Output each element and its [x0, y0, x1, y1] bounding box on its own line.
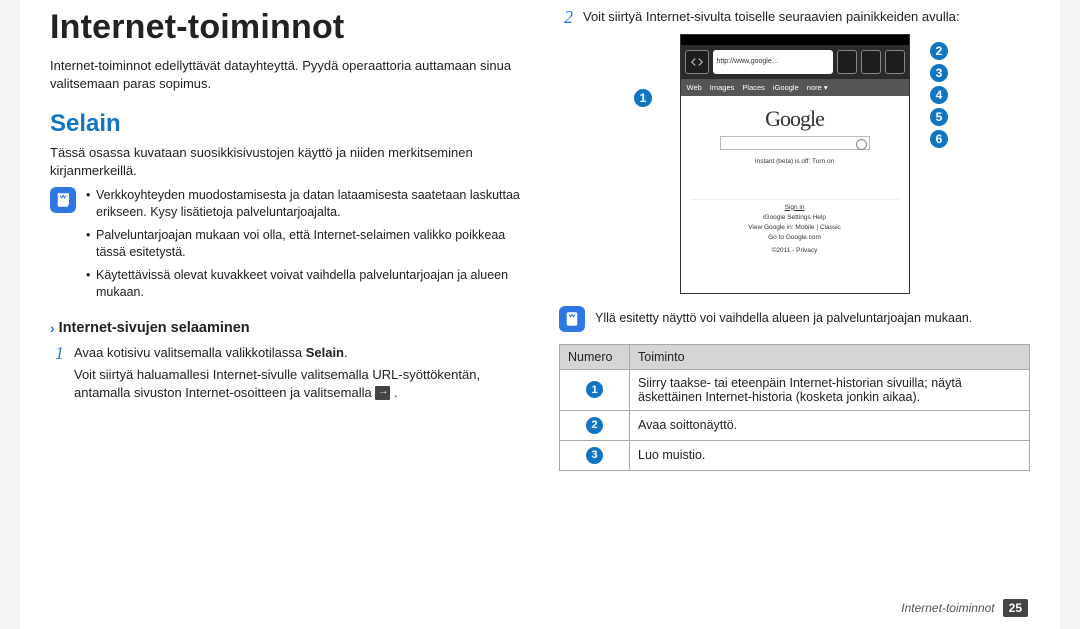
callout-6: 6	[930, 130, 948, 148]
left-column: Internet-toiminnot Internet-toiminnot ed…	[50, 8, 521, 471]
status-bar	[681, 35, 909, 45]
section-intro: Tässä osassa kuvataan suosikkisivustojen…	[50, 144, 521, 179]
row-number: 3	[560, 440, 630, 470]
note-item: Palveluntarjoajan mukaan voi olla, että …	[86, 227, 521, 261]
note-icon	[559, 306, 585, 332]
row-desc: Avaa soittonäyttö.	[630, 410, 1030, 440]
back-forward-button[interactable]	[685, 50, 709, 74]
callout-5: 5	[930, 108, 948, 126]
go-icon	[375, 386, 390, 400]
phone-illustration: 1 2 3 4 5 6 http://www.google…	[559, 34, 1030, 294]
toolbar-icon[interactable]	[837, 50, 857, 74]
callout-2: 2	[930, 42, 948, 60]
browser-tabs: Web Images Places iGoogle nore ▾	[681, 79, 909, 96]
function-table: Numero Toiminto 1 Siirry taakse- tai ete…	[559, 344, 1030, 471]
note-block-2: Yllä esitetty näyttö voi vaihdella aluee…	[559, 306, 1030, 332]
google-logo: Google	[691, 106, 899, 132]
right-column: 2 Voit siirtyä Internet-sivulta toiselle…	[559, 8, 1030, 471]
phone-screen: http://www.google… Web Images Places iGo…	[680, 34, 910, 294]
step-number-icon: 1	[50, 344, 64, 405]
col-header-number: Numero	[560, 344, 630, 369]
url-field[interactable]: http://www.google…	[713, 50, 833, 74]
note-icon	[50, 187, 76, 213]
manual-page: Internet-toiminnot Internet-toiminnot ed…	[20, 0, 1060, 629]
note-item: Käytettävissä olevat kuvakkeet voivat va…	[86, 267, 521, 301]
browser-body: Google Instant (beta) is off: Turn on Si…	[681, 96, 909, 265]
toolbar-icon[interactable]	[861, 50, 881, 74]
callout-1: 1	[634, 89, 652, 107]
search-box[interactable]	[720, 136, 870, 150]
note-block-1: Verkkoyhteyden muodostamisesta ja datan …	[50, 187, 521, 306]
toolbar-icon[interactable]	[885, 50, 905, 74]
row-number: 2	[560, 410, 630, 440]
row-desc: Luo muistio.	[630, 440, 1030, 470]
intro-text: Internet-toiminnot edellyttävät datayhte…	[50, 57, 521, 92]
col-header-function: Toiminto	[630, 344, 1030, 369]
step-2: 2 Voit siirtyä Internet-sivulta toiselle…	[559, 8, 1030, 30]
page-number: 25	[1003, 599, 1028, 617]
callout-4: 4	[930, 86, 948, 104]
note-item: Verkkoyhteyden muodostamisesta ja datan …	[86, 187, 521, 221]
browser-toolbar: http://www.google…	[681, 45, 909, 79]
chevron-icon: ›	[50, 320, 55, 336]
page-title: Internet-toiminnot	[50, 8, 521, 47]
section-heading: Selain	[50, 110, 521, 138]
row-number: 1	[560, 369, 630, 410]
page-footer: Internet-toiminnot 25	[901, 599, 1028, 617]
callout-3: 3	[930, 64, 948, 82]
row-desc: Siirry taakse- tai eteenpäin Internet-hi…	[630, 369, 1030, 410]
sub-heading: › Internet-sivujen selaaminen	[50, 320, 521, 336]
step-1: 1 Avaa kotisivu valitsemalla valikkotila…	[50, 344, 521, 405]
step-number-icon: 2	[559, 8, 573, 30]
